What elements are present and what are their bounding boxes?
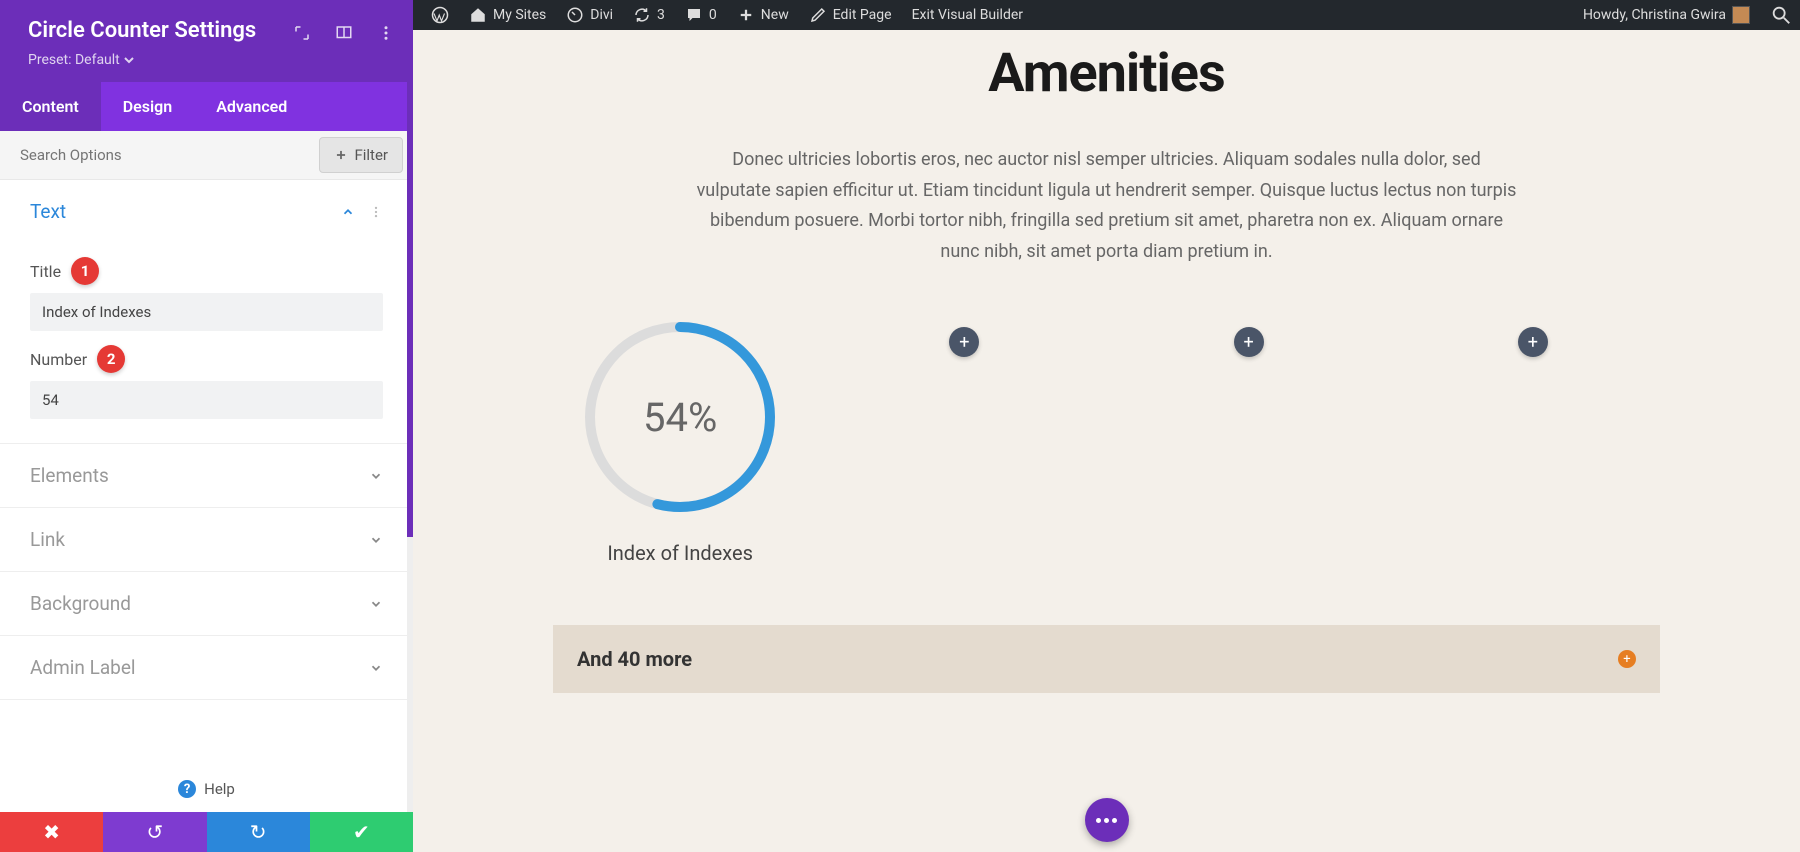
section-link-title: Link — [30, 528, 65, 551]
add-module-button[interactable]: + — [949, 327, 979, 357]
number-field-label: Number — [30, 350, 87, 369]
pencil-icon — [809, 6, 827, 24]
more-icon[interactable] — [377, 24, 395, 46]
sidebar-tabs: Content Design Advanced — [0, 82, 413, 131]
filter-label: Filter — [354, 146, 388, 164]
caret-down-icon — [124, 55, 134, 65]
section-elements-title: Elements — [30, 464, 109, 487]
edit-page-label: Edit Page — [833, 7, 892, 23]
chevron-down-icon — [369, 533, 383, 547]
undo-button[interactable]: ↺ — [103, 812, 206, 852]
section-background[interactable]: Background — [0, 572, 413, 635]
more-text: And 40 more — [577, 647, 692, 671]
main-area: My Sites Divi 3 0 New Edit Page Exit Vis… — [413, 0, 1800, 852]
search-icon[interactable] — [1770, 4, 1792, 26]
more-accordion[interactable]: And 40 more + — [553, 625, 1660, 693]
circle-counter-title: Index of Indexes — [607, 541, 753, 565]
howdy-user[interactable]: Howdy, Christina Gwira — [1573, 6, 1760, 24]
search-row: Filter — [0, 131, 413, 180]
wp-admin-bar: My Sites Divi 3 0 New Edit Page Exit Vis… — [413, 0, 1800, 30]
divi-menu[interactable]: Divi — [556, 6, 623, 24]
redo-button[interactable]: ↻ — [207, 812, 310, 852]
bottom-bar: ✖ ↺ ↻ ✔ — [0, 812, 413, 852]
new-menu[interactable]: New — [727, 6, 799, 24]
page-content: Amenities Donec ultricies lobortis eros,… — [413, 30, 1800, 852]
text-section-fields: Title 1 Number 2 — [0, 257, 413, 443]
house-icon — [469, 6, 487, 24]
circle-percent: 54% — [580, 317, 780, 517]
expand-icon[interactable] — [293, 24, 311, 46]
divi-label: Divi — [590, 7, 613, 23]
updates[interactable]: 3 — [623, 6, 675, 24]
chevron-up-icon — [341, 205, 355, 219]
preset-label: Preset: Default — [28, 52, 120, 68]
empty-column-4: + — [1406, 317, 1660, 565]
annotation-badge-2: 2 — [97, 345, 125, 373]
exit-vb-label: Exit Visual Builder — [912, 7, 1023, 23]
search-input[interactable] — [0, 132, 319, 178]
wp-logo[interactable] — [421, 6, 459, 24]
chevron-down-icon — [369, 661, 383, 675]
tab-design[interactable]: Design — [101, 82, 194, 131]
add-module-button[interactable]: + — [1234, 327, 1264, 357]
refresh-icon — [633, 6, 651, 24]
comments-count: 0 — [709, 7, 717, 23]
options-icon[interactable] — [369, 205, 383, 219]
panel-body: Text Title 1 Number 2 — [0, 180, 413, 766]
wp-icon — [431, 6, 449, 24]
title-input[interactable] — [30, 293, 383, 331]
empty-column-3: + — [1122, 317, 1376, 565]
new-label: New — [761, 7, 789, 23]
filter-button[interactable]: Filter — [319, 137, 403, 173]
page-heading: Amenities — [453, 42, 1760, 105]
expand-icon: + — [1618, 650, 1636, 668]
help-icon: ? — [178, 780, 196, 798]
tab-advanced[interactable]: Advanced — [194, 82, 309, 131]
empty-column-2: + — [837, 317, 1091, 565]
columns-row: 54% Index of Indexes + + + — [553, 317, 1660, 565]
exit-visual-builder[interactable]: Exit Visual Builder — [902, 7, 1033, 23]
help-link[interactable]: ? Help — [0, 766, 413, 812]
page-description: Donec ultricies lobortis eros, nec aucto… — [697, 145, 1517, 267]
devices-icon[interactable] — [335, 24, 353, 46]
section-link[interactable]: Link — [0, 508, 413, 571]
builder-fab[interactable] — [1085, 798, 1129, 842]
section-text-title: Text — [30, 200, 66, 223]
section-admin-label[interactable]: Admin Label — [0, 636, 413, 699]
edit-page[interactable]: Edit Page — [799, 6, 902, 24]
number-input[interactable] — [30, 381, 383, 419]
chevron-down-icon — [369, 469, 383, 483]
section-admin-label-title: Admin Label — [30, 656, 136, 679]
gauge-icon — [566, 6, 584, 24]
comments[interactable]: 0 — [675, 6, 727, 24]
plus-icon — [334, 148, 348, 162]
my-sites-label: My Sites — [493, 7, 546, 23]
avatar — [1732, 6, 1750, 24]
section-text-header[interactable]: Text — [0, 180, 413, 243]
add-module-button[interactable]: + — [1518, 327, 1548, 357]
tab-content[interactable]: Content — [0, 82, 101, 131]
chevron-down-icon — [369, 597, 383, 611]
preset-dropdown[interactable]: Preset: Default — [28, 52, 134, 68]
help-label: Help — [204, 780, 235, 798]
circle-counter-module[interactable]: 54% Index of Indexes — [553, 317, 807, 565]
updates-count: 3 — [657, 7, 665, 23]
howdy-label: Howdy, Christina Gwira — [1583, 7, 1726, 23]
section-background-title: Background — [30, 592, 131, 615]
settings-sidebar: Circle Counter Settings Preset: Default … — [0, 0, 413, 852]
cancel-button[interactable]: ✖ — [0, 812, 103, 852]
save-button[interactable]: ✔ — [310, 812, 413, 852]
comment-icon — [685, 6, 703, 24]
section-elements[interactable]: Elements — [0, 444, 413, 507]
plus-icon — [737, 6, 755, 24]
title-field-label: Title — [30, 262, 61, 281]
my-sites[interactable]: My Sites — [459, 6, 556, 24]
sidebar-header: Circle Counter Settings Preset: Default — [0, 0, 413, 82]
annotation-badge-1: 1 — [71, 257, 99, 285]
